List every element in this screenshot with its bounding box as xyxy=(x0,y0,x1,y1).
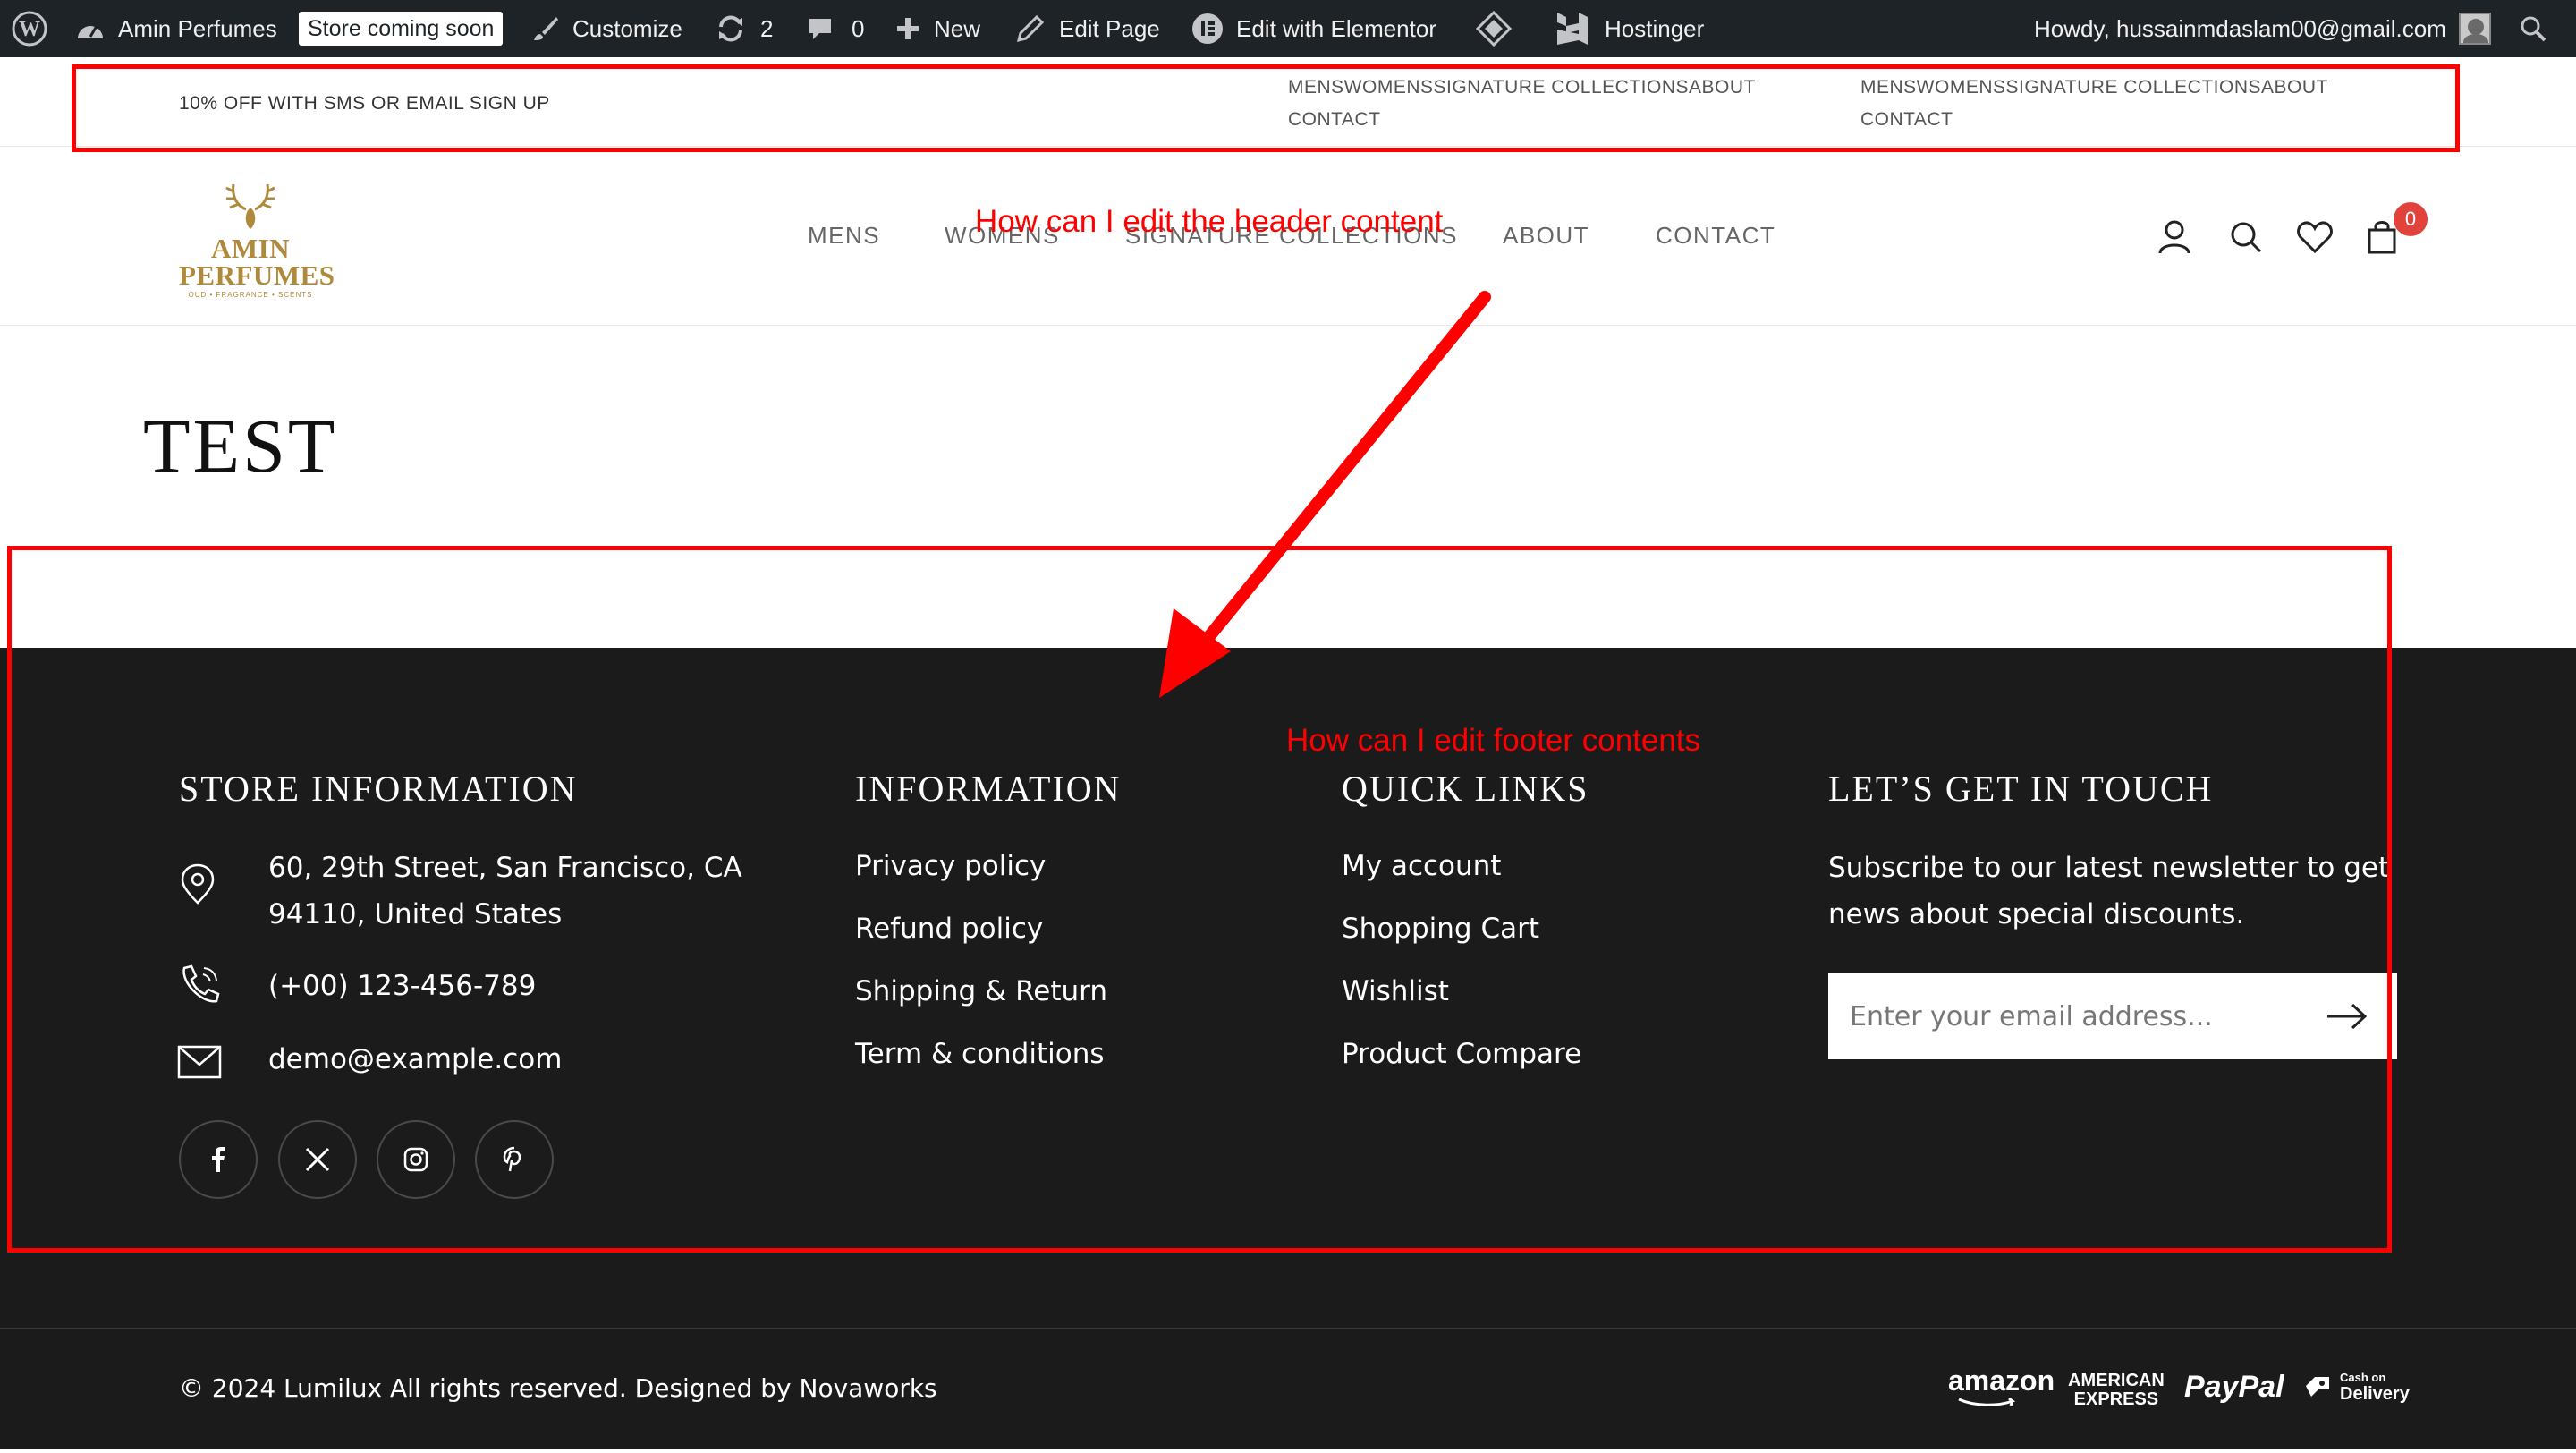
site-name: Amin Perfumes xyxy=(118,14,277,42)
instagram-icon xyxy=(403,1147,428,1172)
address-line-1: 60, 29th Street, San Francisco, CA xyxy=(268,852,742,884)
search-icon[interactable] xyxy=(2225,217,2267,258)
top-menu-left[interactable]: MENSWOMENSSIGNATURE COLLECTIONSABOUT CON… xyxy=(1288,72,1789,136)
cash-on-delivery-logo: Cash on Delivery xyxy=(2302,1370,2410,1403)
plus-icon xyxy=(894,15,921,42)
footer-link-wishlist[interactable]: Wishlist xyxy=(1342,975,1449,1007)
footer-link-my-account[interactable]: My account xyxy=(1342,850,1501,882)
newsletter-text-line-1: Subscribe to our latest newsletter to ge… xyxy=(1828,852,2390,884)
footer-link-refund[interactable]: Refund policy xyxy=(855,913,1043,945)
dashboard-icon xyxy=(75,15,106,42)
email-icon xyxy=(177,1045,222,1079)
footer-link-product-compare[interactable]: Product Compare xyxy=(1342,1038,1581,1070)
newsletter-text: Subscribe to our latest newsletter to ge… xyxy=(1828,845,2389,938)
account-icon[interactable] xyxy=(2154,217,2195,258)
top-menu-right[interactable]: MENSWOMENSSIGNATURE COLLECTIONSABOUT CON… xyxy=(1860,72,2361,136)
top-menu-line[interactable]: MENSWOMENSSIGNATURE COLLECTIONSABOUT xyxy=(1860,72,2361,104)
pinterest-icon xyxy=(503,1146,521,1172)
footer-link-shipping[interactable]: Shipping & Return xyxy=(855,975,1107,1007)
top-menu-line[interactable]: CONTACT xyxy=(1860,104,2361,136)
header-question-annotation: How can I edit the header content xyxy=(975,204,1444,239)
admin-search-icon[interactable] xyxy=(2519,0,2547,57)
wordpress-logo-icon[interactable]: W xyxy=(11,0,48,57)
facebook-button[interactable] xyxy=(179,1120,258,1199)
footer-link-terms[interactable]: Term & conditions xyxy=(855,1038,1105,1070)
logo-tagline: OUD • FRAGRANCE • SCENTS xyxy=(188,291,313,299)
store-phone[interactable]: (+00) 123-456-789 xyxy=(268,970,536,1002)
information-heading: INFORMATION xyxy=(855,769,1122,809)
edit-page-link[interactable]: Edit Page xyxy=(1016,0,1160,57)
brush-icon xyxy=(531,14,560,43)
nav-item-about[interactable]: ABOUT xyxy=(1503,222,1589,250)
newsletter-form xyxy=(1828,973,2397,1059)
footer-bottom-bar: © 2024 Lumilux All rights reserved. Desi… xyxy=(0,1328,2576,1449)
amazon-smile-icon xyxy=(1958,1398,2016,1406)
pinterest-button[interactable] xyxy=(475,1120,554,1199)
svg-text:W: W xyxy=(19,18,40,41)
arrow-right-icon xyxy=(2327,1003,2368,1030)
wp-admin-bar: W Amin Perfumes Store coming soon Custom… xyxy=(0,0,2576,57)
updates-link[interactable]: 2 xyxy=(716,0,773,57)
x-twitter-button[interactable] xyxy=(278,1120,357,1199)
phone-icon xyxy=(182,964,220,1003)
quick-links-heading: QUICK LINKS xyxy=(1342,769,1589,809)
howdy-text: Howdy, hussainmdaslam00@gmail.com xyxy=(2034,14,2446,42)
nav-item-contact[interactable]: CONTACT xyxy=(1656,222,1775,250)
instagram-button[interactable] xyxy=(377,1120,455,1199)
nav-item-mens[interactable]: MENS xyxy=(808,222,880,250)
avatar xyxy=(2458,13,2491,45)
paypal-payment-logo: PayPal xyxy=(2184,1370,2284,1404)
store-coming-soon-badge[interactable]: Store coming soon xyxy=(299,0,504,57)
my-account-menu[interactable]: Howdy, hussainmdaslam00@gmail.com xyxy=(2034,0,2491,57)
new-content-link[interactable]: New xyxy=(894,0,980,57)
address-line-2: 94110, United States xyxy=(268,898,563,930)
x-icon xyxy=(305,1147,330,1172)
cash-on-delivery-icon xyxy=(2306,1377,2329,1397)
get-in-touch-heading: LET’S GET IN TOUCH xyxy=(1828,769,2214,809)
top-promo-bar: 10% OFF WITH SMS OR EMAIL SIGN UP MENSWO… xyxy=(0,57,2576,147)
comment-icon xyxy=(807,15,834,42)
top-menu-line[interactable]: CONTACT xyxy=(1288,104,1789,136)
store-address: 60, 29th Street, San Francisco, CA 94110… xyxy=(268,845,742,938)
elementor-icon xyxy=(1191,13,1224,45)
promo-text: 10% OFF WITH SMS OR EMAIL SIGN UP xyxy=(179,93,550,114)
footer-link-shopping-cart[interactable]: Shopping Cart xyxy=(1342,913,1539,945)
newsletter-email-input[interactable] xyxy=(1828,981,2311,1052)
footer-link-privacy[interactable]: Privacy policy xyxy=(855,850,1046,882)
amex-payment-logo: AMERICAN EXPRESS xyxy=(2068,1371,2165,1409)
customize-link[interactable]: Customize xyxy=(531,0,682,57)
store-email[interactable]: demo@example.com xyxy=(268,1043,562,1075)
edit-with-elementor-link[interactable]: Edit with Elementor xyxy=(1191,0,1436,57)
logo-line-2: PERFUMES xyxy=(179,259,335,291)
store-information-heading: STORE INFORMATION xyxy=(179,769,578,809)
footer-question-annotation: How can I edit footer contents xyxy=(1286,723,1701,758)
top-menu-line[interactable]: MENSWOMENSSIGNATURE COLLECTIONSABOUT xyxy=(1288,72,1789,104)
pencil-icon xyxy=(1016,14,1045,43)
hostinger-icon xyxy=(1555,11,1590,47)
copyright-text: © 2024 Lumilux All rights reserved. Desi… xyxy=(179,1373,937,1403)
updates-icon xyxy=(716,14,746,43)
diamond-plugin-icon[interactable] xyxy=(1476,0,1512,57)
newsletter-text-line-2: news about special discounts. xyxy=(1828,898,2245,930)
page-title: TEST xyxy=(143,403,338,489)
facebook-icon xyxy=(212,1147,225,1172)
hostinger-link[interactable]: Hostinger xyxy=(1555,0,1704,57)
cart-count-badge: 0 xyxy=(2394,202,2428,236)
location-pin-icon xyxy=(181,863,215,905)
site-name-menu[interactable]: Amin Perfumes xyxy=(75,0,277,57)
wishlist-heart-icon[interactable] xyxy=(2294,217,2335,258)
amazon-payment-logo: amazon xyxy=(1948,1364,2055,1408)
comments-link[interactable]: 0 xyxy=(807,0,864,57)
newsletter-submit-button[interactable] xyxy=(2311,981,2383,1052)
